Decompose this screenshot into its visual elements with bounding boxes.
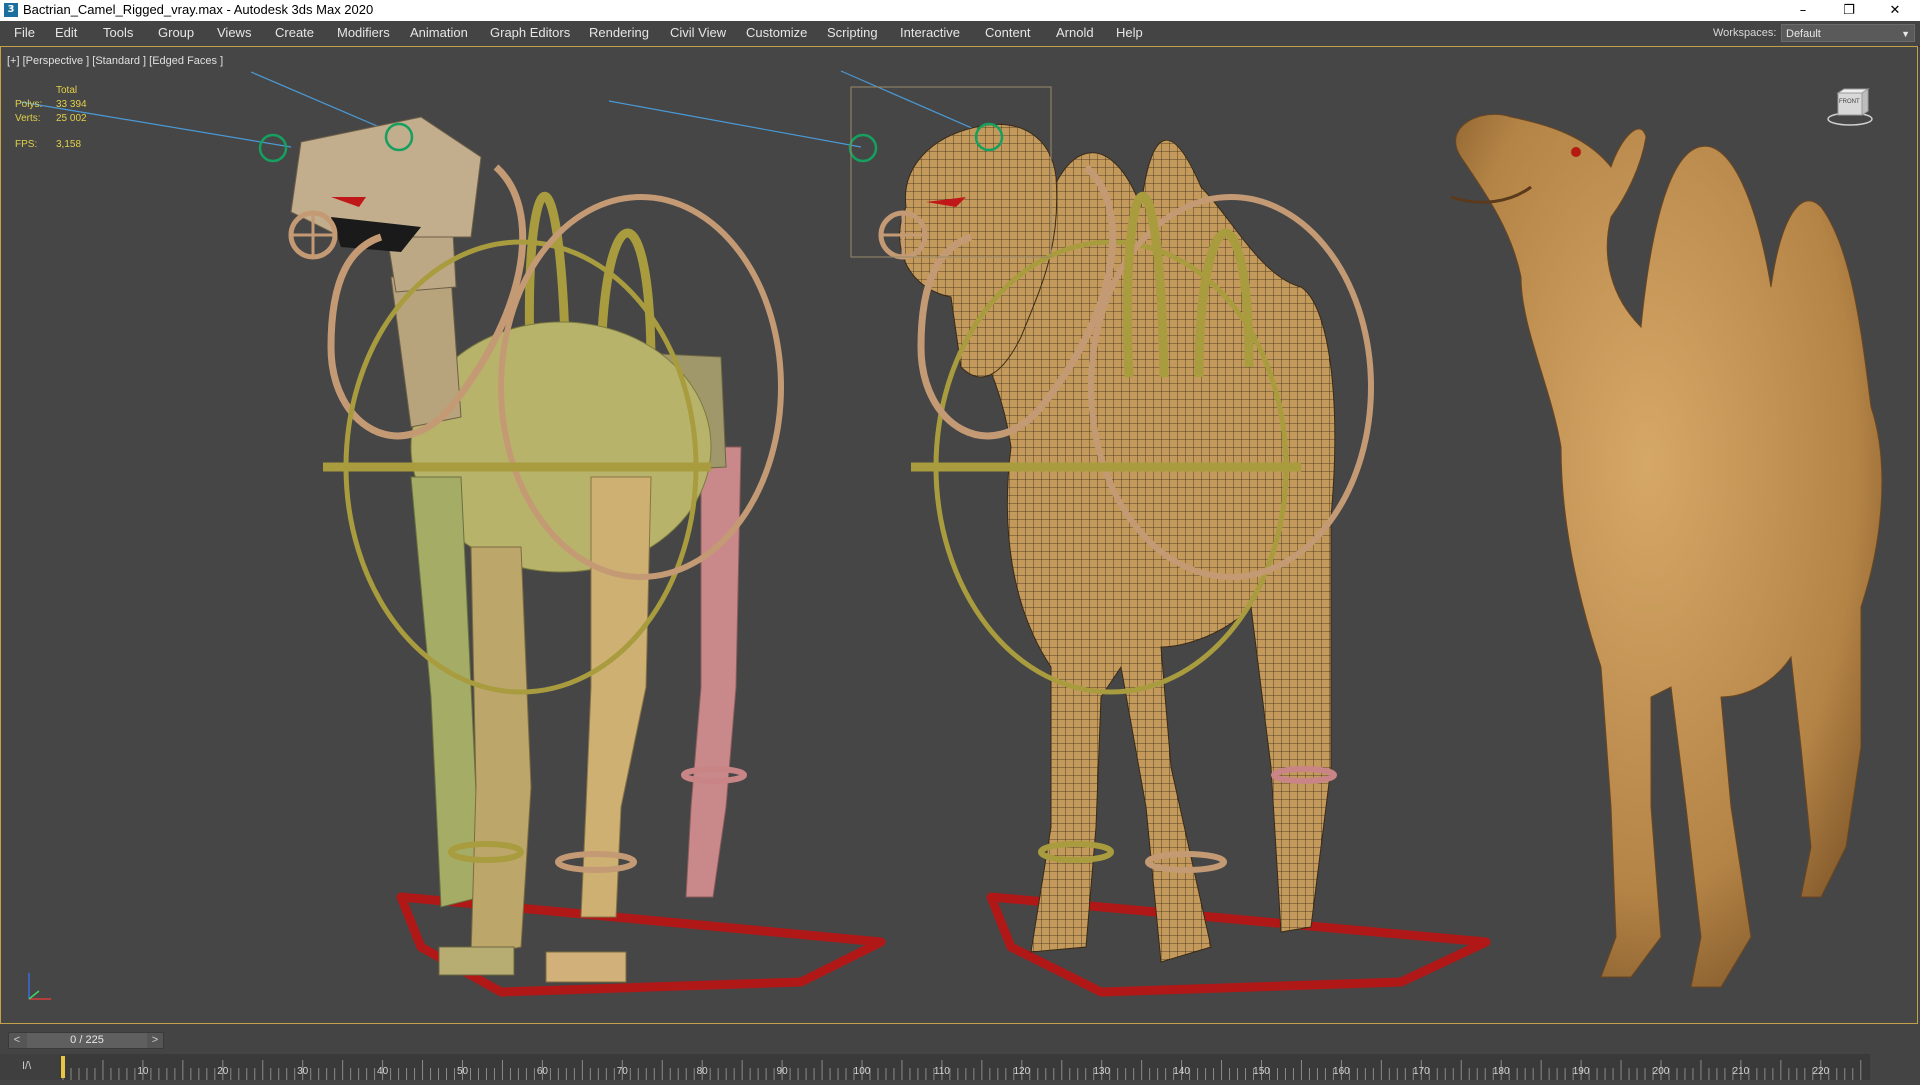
helper-line [250,71,392,133]
stats-verts-value: 25 002 [56,113,87,124]
viewcube-icon [1827,88,1873,126]
timeline-tick-label: 210 [1732,1066,1750,1077]
menu-create[interactable]: Create [275,25,314,40]
close-button[interactable]: ✕ [1872,0,1918,21]
menu-interactive[interactable]: Interactive [900,25,960,40]
timeline-track[interactable] [60,1054,1870,1080]
stats-fps-value: 3,158 [56,139,82,150]
timeline-tick-label: 150 [1253,1066,1270,1077]
timeline-tick-label: 170 [1412,1066,1430,1077]
textured-camel [1450,113,1883,988]
timeline-tick-label: 200 [1652,1066,1670,1077]
timeline-tick-label: 140 [1173,1066,1190,1077]
workspace-select[interactable]: Default ▼ [1781,24,1915,42]
menu-help[interactable]: Help [1116,25,1143,40]
workspace-label: Workspaces: [1713,27,1777,39]
minimize-button[interactable]: – [1780,0,1826,21]
menu-content[interactable]: Content [985,25,1031,40]
timeline-tick-label: 90 [776,1066,788,1077]
menu-file[interactable]: File [14,25,35,40]
viewport-label[interactable]: [+] [Perspective ] [Standard ] [Edged Fa… [7,55,223,67]
app-icon: 3 [4,3,18,17]
track-icon-area[interactable]: I/\ [0,1054,60,1080]
timeline-tick-label: 120 [1013,1066,1031,1077]
frame-display[interactable]: 0 / 225 [27,1033,147,1048]
timeline-tick-label: 70 [616,1066,628,1077]
menu-group[interactable]: Group [158,25,194,40]
stats-total-label: Total [56,85,78,96]
helper-line [840,70,982,133]
axis-gizmo-icon [28,973,51,1000]
restore-button[interactable]: ❐ [1826,0,1872,21]
helper-line [608,100,862,148]
timeline-tick-label: 60 [536,1066,548,1077]
menu-modifiers[interactable]: Modifiers [337,25,390,40]
stats-polys-label: Polys: [15,99,43,110]
wireframe-camel [848,86,1491,997]
menu-tools[interactable]: Tools [103,25,133,40]
stats-polys-value: 33 394 [56,99,87,110]
timeline-ticks [62,1060,1862,1080]
menu-civil-view[interactable]: Civil View [670,25,726,40]
time-cursor[interactable] [61,1056,65,1078]
menu-rendering[interactable]: Rendering [589,25,649,40]
menu-arnold[interactable]: Arnold [1056,25,1094,40]
menu-bar: File Edit Tools Group Views Create Modif… [0,21,1920,47]
proxy-rig-camel [258,116,886,997]
timeline-tick-label: 50 [456,1066,469,1077]
perspective-viewport[interactable]: [+] [Perspective ] [Standard ] [Edged Fa… [0,46,1918,1024]
workspace-value: Default [1786,28,1821,40]
menu-graph-editors[interactable]: Graph Editors [490,25,570,40]
timeline-tick-label: 40 [377,1066,389,1077]
window-title: Bactrian_Camel_Rigged_vray.max - Autodes… [23,2,374,17]
menu-edit[interactable]: Edit [55,25,77,40]
timeline-tick-label: 30 [297,1066,309,1077]
timeline-tick-label: 220 [1812,1066,1830,1077]
menu-animation[interactable]: Animation [410,25,468,40]
viewcube[interactable]: FRONT [1826,87,1874,127]
curve-editor-icon[interactable]: I/\ [22,1060,31,1072]
timeline-tick-label: 160 [1333,1066,1350,1077]
menu-views[interactable]: Views [217,25,251,40]
timeline-bar: < 0 / 225 > I/\ 10 20 30 40 50 60 70 80 90 100 110… [0,1024,1920,1080]
menu-scripting[interactable]: Scripting [827,25,878,40]
timeline-tick-label: 20 [217,1066,229,1077]
timeline-tick-label: 190 [1572,1066,1590,1077]
timeline-tick-label: 100 [853,1066,871,1077]
stats-verts-label: Verts: [15,113,41,124]
viewport-scene[interactable] [1,47,1917,1023]
menu-customize[interactable]: Customize [746,25,807,40]
chevron-down-icon: ▼ [1901,29,1910,39]
viewcube-front-label: FRONT [1839,99,1860,105]
timeline-tick-label: 130 [1093,1066,1111,1077]
time-slider[interactable]: < 0 / 225 > [8,1032,164,1049]
timeline-tick-label: 80 [696,1066,708,1077]
next-frame-button[interactable]: > [147,1033,163,1048]
timeline-tick-label: 110 [933,1066,950,1077]
title-bar: 3 Bactrian_Camel_Rigged_vray.max - Autod… [0,0,1920,21]
timeline-tick-label: 180 [1492,1066,1510,1077]
timeline-tick-label: 10 [137,1066,149,1077]
stats-fps-label: FPS: [15,139,38,150]
prev-frame-button[interactable]: < [9,1033,25,1048]
